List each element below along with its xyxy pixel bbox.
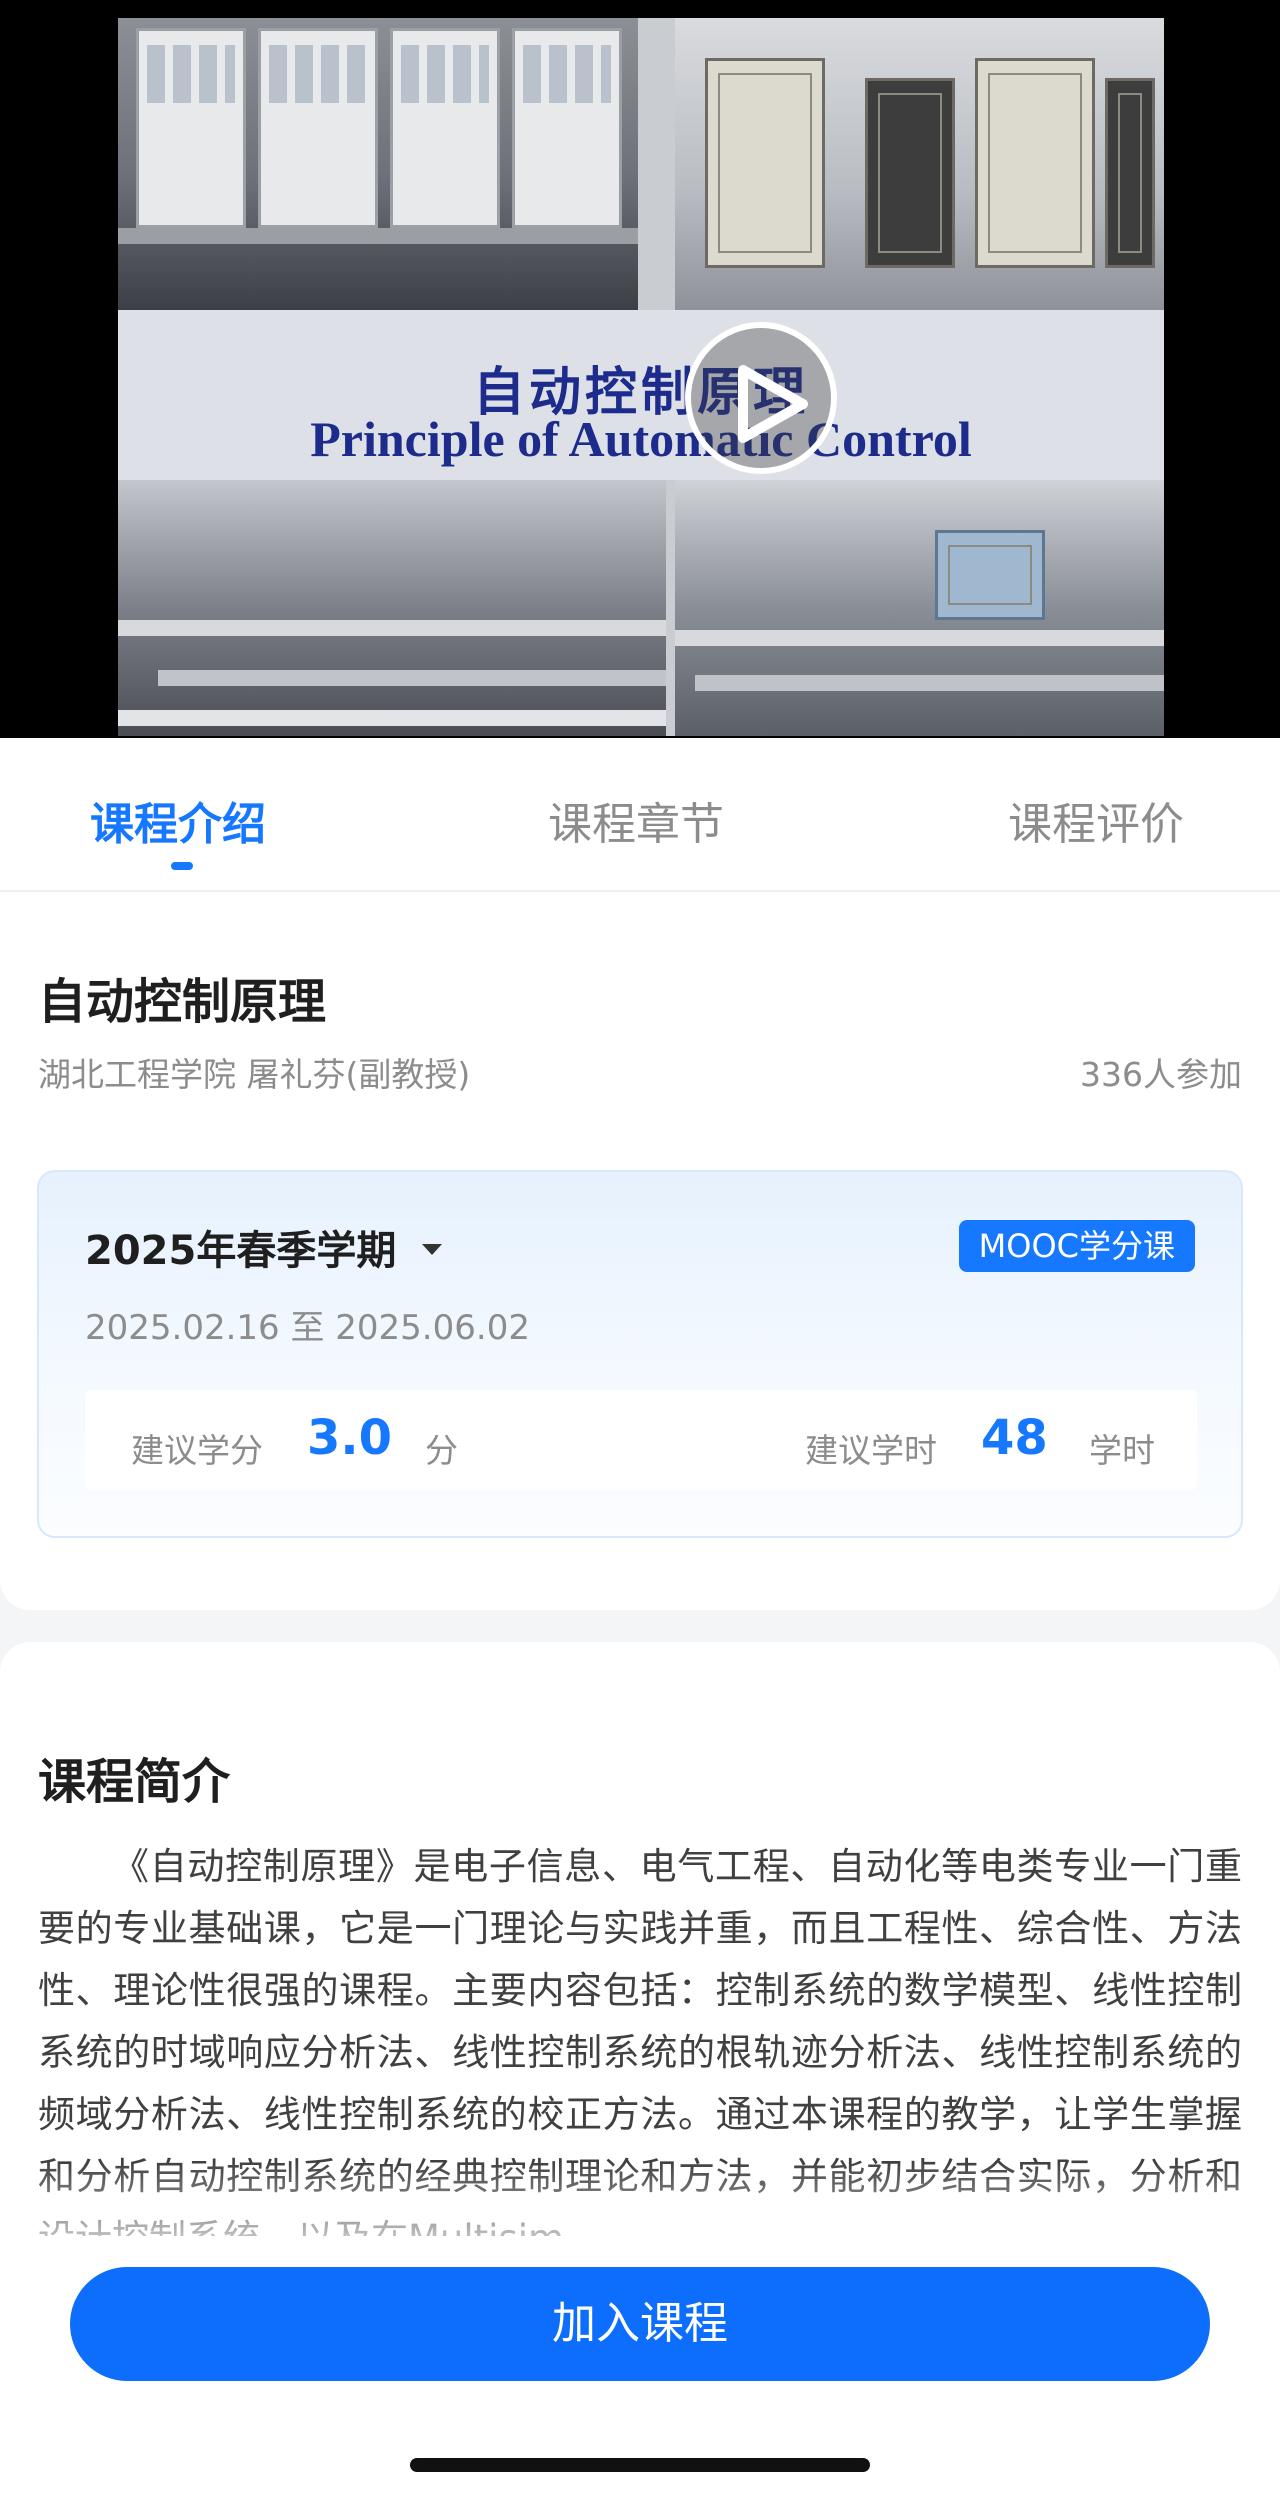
lab-photo-top-left [118,18,638,310]
intro-heading: 课程简介 [38,1754,231,1810]
course-video-player[interactable]: 自动控制原理 Principle of Automatic Control [0,0,1280,738]
video-thumbnail: 自动控制原理 Principle of Automatic Control [118,18,1164,736]
credit-unit: 分 [425,1431,458,1470]
caret-down-icon [422,1243,443,1255]
term-selector[interactable]: 2025年春季学期 [85,1218,443,1276]
course-title: 自动控制原理 [38,974,327,1030]
active-tab-indicator [171,862,193,870]
tab-course-chapters[interactable]: 课程章节 [548,788,724,852]
tab-course-reviews[interactable]: 课程评价 [1008,788,1184,852]
credit-label: 建议学分 [131,1431,263,1470]
credit-value: 3.0 [307,1410,393,1466]
term-panel: 2025年春季学期 MOOC学分课 2025.02.16 至 2025.06.0… [37,1170,1243,1538]
mooc-credit-badge: MOOC学分课 [958,1220,1195,1272]
hours-label: 建议学时 [805,1431,937,1470]
term-name: 2025年春季学期 [85,1228,397,1274]
credit-hours-row: 建议学分 3.0 分 建议学时 48 学时 [85,1390,1197,1490]
course-tabs: 课程介绍 课程章节 课程评价 [0,738,1280,892]
lab-photo-top-right [675,18,1164,310]
slide-title-english: Principle of Automatic Control [310,411,972,467]
tab-course-intro[interactable]: 课程介绍 [90,788,266,852]
join-course-button[interactable]: 加入课程 [70,2267,1210,2381]
hours-unit: 学时 [1089,1431,1155,1470]
slide-title-band: 自动控制原理 Principle of Automatic Control [118,310,1164,480]
course-info-card: 自动控制原理 湖北工程学院 屠礼芬(副教授) 336人参加 2025年春季学期 … [0,892,1280,1610]
course-school-teacher: 湖北工程学院 屠礼芬(副教授) [38,1055,471,1094]
play-button[interactable] [685,322,837,474]
term-dates: 2025.02.16 至 2025.06.02 [85,1308,530,1348]
home-indicator[interactable] [410,2458,870,2472]
lab-photo-bottom-left [118,480,666,736]
play-icon [738,365,808,443]
hours-value: 48 [981,1410,1048,1466]
lab-photo-bottom-right [675,480,1164,736]
participant-count: 336人参加 [1080,1055,1242,1094]
